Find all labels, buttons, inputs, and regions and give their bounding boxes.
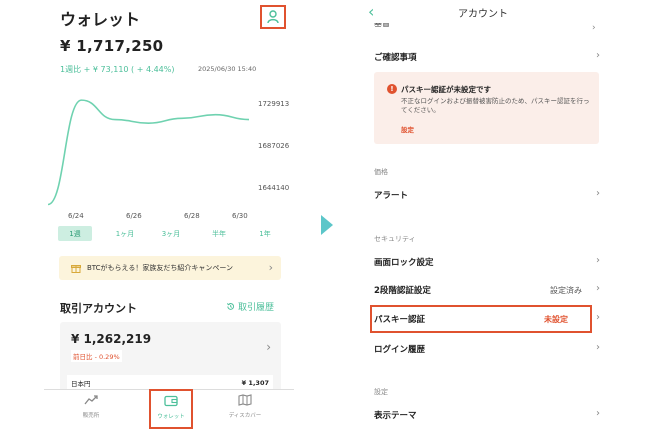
y-tick-label: 1729913 [258, 100, 290, 108]
transition-arrow-icon [321, 215, 333, 235]
section-title: 取引アカウント [60, 302, 137, 315]
x-tick-label: 6/24 [68, 212, 84, 220]
y-tick-label: 1644140 [258, 184, 290, 192]
map-icon [238, 394, 252, 406]
campaign-banner[interactable]: BTCがもらえる！家族友だち紹介キャンペーン › [59, 256, 281, 280]
tab-label: 販売所 [82, 413, 100, 419]
campaign-text: BTCがもらえる！家族友だち紹介キャンペーン [87, 264, 233, 272]
chevron-right-icon: › [596, 342, 600, 353]
section-label: セキュリティ [374, 235, 416, 243]
menu-item-two-factor[interactable]: 2段階認証設定 設定済み › [374, 282, 600, 298]
period-1w-button[interactable]: 1週 [58, 226, 92, 241]
page-title: ウォレット [60, 10, 141, 29]
passkey-highlight [370, 305, 592, 333]
menu-item-screen-lock[interactable]: 画面ロック設定 › [374, 254, 600, 270]
jpy-label: 日本円 [71, 380, 91, 388]
passkey-alert: ! パスキー認証が未設定です 不正なログインおよび振替被害防止のため、パスキー認… [374, 72, 599, 144]
period-selector: 1週 1ヶ月 3ヶ月 半年 1年 [56, 226, 288, 241]
menu-item-alert[interactable]: アラート › [374, 187, 600, 203]
balance-series-line [47, 99, 250, 206]
chevron-right-icon: › [596, 408, 600, 419]
period-6m-button[interactable]: 半年 [202, 226, 236, 241]
y-tick-label: 1687026 [258, 142, 290, 150]
tab-label: ウォレット [157, 414, 185, 420]
tab-wallet[interactable]: ウォレット [149, 389, 193, 429]
tab-label: ディスカバー [228, 413, 262, 419]
menu-item-theme[interactable]: 表示テーマ › [374, 407, 600, 423]
cut-off-menu-item[interactable]: 基督 [374, 23, 390, 29]
tab-discover[interactable]: ディスカバー [220, 394, 270, 419]
menu-item-login-history[interactable]: ログイン履歴 › [374, 341, 600, 357]
x-tick-label: 6/28 [184, 212, 200, 220]
section-label: 設定 [374, 388, 388, 396]
chevron-right-icon: › [596, 255, 600, 266]
chevron-right-icon: › [596, 188, 600, 199]
account-screen: ‹ アカウント 基督 › ご確認事項 › ! パスキー認証が未設定です 不正なロ… [358, 0, 608, 433]
period-3m-button[interactable]: 3ヶ月 [154, 226, 188, 241]
account-amount: ¥ 1,262,219 [71, 332, 152, 346]
alert-icon: ! [387, 84, 397, 94]
two-factor-status: 設定済み [550, 285, 582, 295]
menu-item-label: 2段階認証設定 [374, 286, 431, 296]
trend-chart-icon [84, 395, 98, 405]
profile-button[interactable] [260, 5, 286, 29]
chevron-right-icon: › [596, 312, 600, 323]
history-icon [226, 303, 235, 310]
alert-title: パスキー認証が未設定です [401, 85, 491, 94]
menu-item-label: ご確認事項 [374, 53, 417, 63]
section-label: 価格 [374, 168, 388, 176]
as-of-timestamp: 2025/06/30 15:40 [198, 65, 257, 73]
period-1m-button[interactable]: 1ヶ月 [108, 226, 142, 241]
x-tick-label: 6/30 [232, 212, 248, 220]
wallet-screen: ウォレット ¥ 1,717,250 1週比 + ¥ 73,110 ( + 4.4… [44, 0, 294, 433]
wallet-icon [164, 395, 178, 407]
menu-item-label: ログイン履歴 [374, 345, 426, 355]
menu-item-confirmations[interactable]: ご確認事項 › [374, 49, 600, 65]
bottom-tab-bar: 販売所 ウォレット ディスカバー [44, 389, 294, 433]
menu-item-label: 表示テーマ [374, 411, 417, 421]
jpy-value: ¥ 1,307 [241, 379, 269, 387]
user-icon [267, 10, 279, 24]
account-card[interactable]: ¥ 1,262,219 前日比 - 0.29% › 日本円 ¥ 1,307 [60, 322, 281, 398]
chevron-right-icon: › [592, 23, 596, 33]
total-balance: ¥ 1,717,250 [60, 37, 164, 55]
trade-history-label: 取引履歴 [238, 303, 275, 313]
chevron-right-icon: › [596, 50, 600, 61]
chevron-right-icon: › [596, 283, 600, 294]
chevron-right-icon: › [266, 340, 271, 354]
daily-change-badge: 前日比 - 0.29% [71, 350, 122, 362]
page-title: アカウント [458, 9, 508, 20]
tab-exchange[interactable]: 販売所 [66, 394, 116, 419]
menu-item-label: アラート [374, 191, 409, 201]
trade-history-link[interactable]: 取引履歴 [226, 300, 274, 313]
x-tick-label: 6/26 [126, 212, 142, 220]
gift-icon [71, 265, 81, 273]
alert-setup-link[interactable]: 設定 [401, 124, 414, 134]
period-1y-button[interactable]: 1年 [248, 226, 282, 241]
weekly-change: 1週比 + ¥ 73,110 ( + 4.44%) [60, 65, 175, 74]
balance-chart [47, 99, 250, 206]
chevron-right-icon: › [268, 261, 273, 274]
menu-item-label: 画面ロック設定 [374, 258, 434, 268]
alert-body: 不正なログインおよび振替被害防止のため、パスキー認証を行ってください。 [401, 97, 590, 114]
